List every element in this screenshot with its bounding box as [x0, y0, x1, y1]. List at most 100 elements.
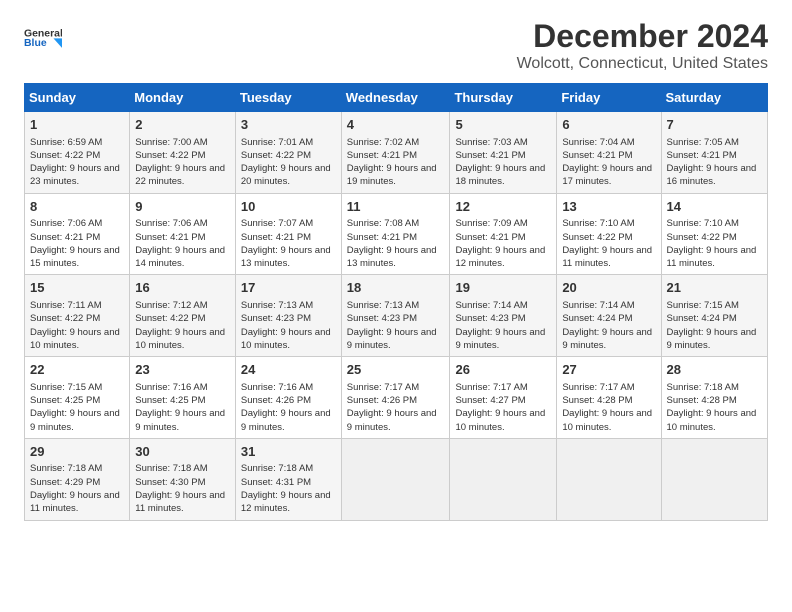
- table-row: 25 Sunrise: 7:17 AMSunset: 4:26 PMDayligh…: [341, 357, 450, 439]
- day-info: Sunrise: 7:12 AMSunset: 4:22 PMDaylight:…: [135, 299, 230, 352]
- day-number: 24: [241, 361, 336, 379]
- table-row: 7Sunrise: 7:05 AMSunset: 4:21 PMDaylight…: [661, 112, 767, 194]
- day-info: Sunrise: 7:17 AMSunset: 4:26 PMDaylight:…: [347, 381, 445, 434]
- table-row: 21Sunrise: 7:15 AMSunset: 4:24 PMDayligh…: [661, 275, 767, 357]
- table-row: 18 Sunrise: 7:13 AMSunset: 4:23 PMDayligh…: [341, 275, 450, 357]
- table-row: 26 Sunrise: 7:17 AMSunset: 4:27 PMDayligh…: [450, 357, 557, 439]
- day-info: Sunrise: 7:16 AMSunset: 4:26 PMDaylight:…: [241, 381, 336, 434]
- day-number: 15: [30, 279, 124, 297]
- table-row: 20 Sunrise: 7:14 AMSunset: 4:24 PMDayligh…: [557, 275, 661, 357]
- table-row: 19Sunrise: 7:14 AMSunset: 4:23 PMDayligh…: [450, 275, 557, 357]
- table-row: 29Sunrise: 7:18 AMSunset: 4:29 PMDayligh…: [25, 438, 130, 520]
- table-row: 13Sunrise: 7:10 AMSunset: 4:22 PMDayligh…: [557, 193, 661, 275]
- day-number: 26: [455, 361, 551, 379]
- day-number: 1: [30, 116, 124, 134]
- table-row: 2 Sunrise: 7:00 AMSunset: 4:22 PMDaylight…: [130, 112, 236, 194]
- calendar-week-row: 15Sunrise: 7:11 AMSunset: 4:22 PMDayligh…: [25, 275, 768, 357]
- table-row: 31Sunrise: 7:18 AMSunset: 4:31 PMDayligh…: [235, 438, 341, 520]
- day-number: 29: [30, 443, 124, 461]
- table-row: 30Sunrise: 7:18 AMSunset: 4:30 PMDayligh…: [130, 438, 236, 520]
- day-number: 18: [347, 279, 445, 297]
- table-row: 27 Sunrise: 7:17 AMSunset: 4:28 PMDayligh…: [557, 357, 661, 439]
- table-row: 14Sunrise: 7:10 AMSunset: 4:22 PMDayligh…: [661, 193, 767, 275]
- calendar-week-row: 8 Sunrise: 7:06 AMSunset: 4:21 PMDaylight…: [25, 193, 768, 275]
- table-row: 11Sunrise: 7:08 AMSunset: 4:21 PMDayligh…: [341, 193, 450, 275]
- day-number: 9: [135, 198, 230, 216]
- header-wednesday: Wednesday: [341, 84, 450, 112]
- day-info: Sunrise: 7:07 AMSunset: 4:21 PMDaylight:…: [241, 217, 336, 270]
- day-info: Sunrise: 7:10 AMSunset: 4:22 PMDaylight:…: [667, 217, 762, 270]
- day-number: 28: [667, 361, 762, 379]
- table-row: 3 Sunrise: 7:01 AMSunset: 4:22 PMDaylight…: [235, 112, 341, 194]
- table-row: 28 Sunrise: 7:18 AMSunset: 4:28 PMDayligh…: [661, 357, 767, 439]
- day-number: 20: [562, 279, 655, 297]
- logo-svg: General Blue: [24, 18, 62, 56]
- day-info: Sunrise: 7:10 AMSunset: 4:22 PMDaylight:…: [562, 217, 655, 270]
- logo: General Blue: [24, 18, 62, 61]
- day-info: Sunrise: 7:02 AMSunset: 4:21 PMDaylight:…: [347, 136, 445, 189]
- day-number: 13: [562, 198, 655, 216]
- table-row: 9Sunrise: 7:06 AMSunset: 4:21 PMDaylight…: [130, 193, 236, 275]
- day-info: Sunrise: 7:01 AMSunset: 4:22 PMDaylight:…: [241, 136, 336, 189]
- calendar-week-row: 22Sunrise: 7:15 AMSunset: 4:25 PMDayligh…: [25, 357, 768, 439]
- day-info: Sunrise: 7:18 AMSunset: 4:30 PMDaylight:…: [135, 462, 230, 515]
- header-tuesday: Tuesday: [235, 84, 341, 112]
- table-row: 12Sunrise: 7:09 AMSunset: 4:21 PMDayligh…: [450, 193, 557, 275]
- day-info: Sunrise: 7:05 AMSunset: 4:21 PMDaylight:…: [667, 136, 762, 189]
- table-row: 5 Sunrise: 7:03 AMSunset: 4:21 PMDaylight…: [450, 112, 557, 194]
- day-number: 23: [135, 361, 230, 379]
- day-number: 27: [562, 361, 655, 379]
- day-number: 8: [30, 198, 124, 216]
- day-info: Sunrise: 7:13 AMSunset: 4:23 PMDaylight:…: [241, 299, 336, 352]
- table-row: 24 Sunrise: 7:16 AMSunset: 4:26 PMDayligh…: [235, 357, 341, 439]
- day-number: 3: [241, 116, 336, 134]
- table-row: 1 Sunrise: 6:59 AMSunset: 4:22 PMDaylight…: [25, 112, 130, 194]
- table-row: 6 Sunrise: 7:04 AMSunset: 4:21 PMDaylight…: [557, 112, 661, 194]
- day-number: 6: [562, 116, 655, 134]
- table-row: 17 Sunrise: 7:13 AMSunset: 4:23 PMDayligh…: [235, 275, 341, 357]
- day-info: Sunrise: 7:17 AMSunset: 4:28 PMDaylight:…: [562, 381, 655, 434]
- day-info: Sunrise: 7:17 AMSunset: 4:27 PMDaylight:…: [455, 381, 551, 434]
- table-row: [450, 438, 557, 520]
- day-info: Sunrise: 7:04 AMSunset: 4:21 PMDaylight:…: [562, 136, 655, 189]
- day-info: Sunrise: 7:03 AMSunset: 4:21 PMDaylight:…: [455, 136, 551, 189]
- day-info: Sunrise: 7:14 AMSunset: 4:23 PMDaylight:…: [455, 299, 551, 352]
- table-row: 10Sunrise: 7:07 AMSunset: 4:21 PMDayligh…: [235, 193, 341, 275]
- day-info: Sunrise: 7:09 AMSunset: 4:21 PMDaylight:…: [455, 217, 551, 270]
- day-number: 31: [241, 443, 336, 461]
- day-number: 16: [135, 279, 230, 297]
- day-info: Sunrise: 7:14 AMSunset: 4:24 PMDaylight:…: [562, 299, 655, 352]
- day-info: Sunrise: 7:00 AMSunset: 4:22 PMDaylight:…: [135, 136, 230, 189]
- day-info: Sunrise: 7:18 AMSunset: 4:31 PMDaylight:…: [241, 462, 336, 515]
- day-info: Sunrise: 7:06 AMSunset: 4:21 PMDaylight:…: [135, 217, 230, 270]
- calendar-week-row: 29Sunrise: 7:18 AMSunset: 4:29 PMDayligh…: [25, 438, 768, 520]
- day-number: 17: [241, 279, 336, 297]
- page: General Blue December 2024 Wolcott, Conn…: [0, 0, 792, 533]
- calendar-week-row: 1 Sunrise: 6:59 AMSunset: 4:22 PMDaylight…: [25, 112, 768, 194]
- table-row: [341, 438, 450, 520]
- table-row: [661, 438, 767, 520]
- day-info: Sunrise: 7:08 AMSunset: 4:21 PMDaylight:…: [347, 217, 445, 270]
- day-info: Sunrise: 6:59 AMSunset: 4:22 PMDaylight:…: [30, 136, 124, 189]
- day-number: 2: [135, 116, 230, 134]
- main-title: December 2024: [517, 18, 768, 55]
- day-number: 11: [347, 198, 445, 216]
- table-row: 4Sunrise: 7:02 AMSunset: 4:21 PMDaylight…: [341, 112, 450, 194]
- day-info: Sunrise: 7:18 AMSunset: 4:28 PMDaylight:…: [667, 381, 762, 434]
- header-thursday: Thursday: [450, 84, 557, 112]
- table-row: 8Sunrise: 7:06 AMSunset: 4:21 PMDaylight…: [25, 193, 130, 275]
- header-friday: Friday: [557, 84, 661, 112]
- svg-text:Blue: Blue: [24, 38, 47, 49]
- header-saturday: Saturday: [661, 84, 767, 112]
- header-monday: Monday: [130, 84, 236, 112]
- day-number: 21: [667, 279, 762, 297]
- header-sunday: Sunday: [25, 84, 130, 112]
- day-number: 12: [455, 198, 551, 216]
- day-info: Sunrise: 7:16 AMSunset: 4:25 PMDaylight:…: [135, 381, 230, 434]
- table-row: 22Sunrise: 7:15 AMSunset: 4:25 PMDayligh…: [25, 357, 130, 439]
- table-row: [557, 438, 661, 520]
- day-number: 25: [347, 361, 445, 379]
- title-section: December 2024 Wolcott, Connecticut, Unit…: [517, 18, 768, 73]
- day-info: Sunrise: 7:13 AMSunset: 4:23 PMDaylight:…: [347, 299, 445, 352]
- day-number: 5: [455, 116, 551, 134]
